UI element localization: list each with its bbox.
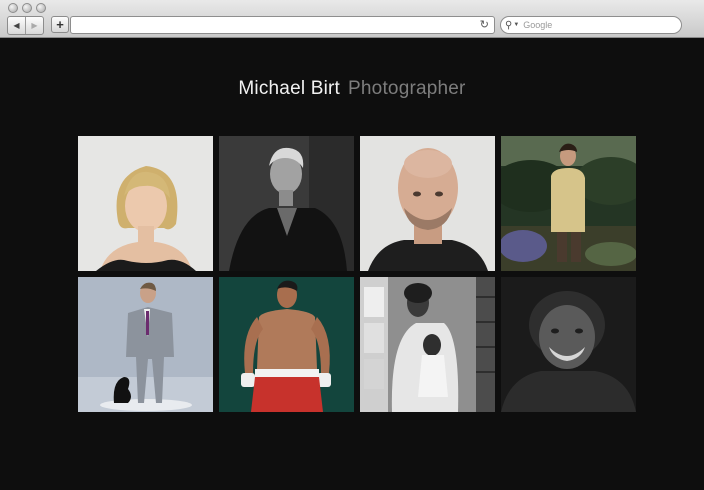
- portfolio-thumbnail[interactable]: [78, 136, 213, 271]
- photographer-role: Photographer: [348, 78, 466, 99]
- plus-icon: +: [56, 17, 64, 32]
- portfolio-thumbnail[interactable]: [360, 277, 495, 412]
- search-icon: ⚲: [505, 19, 513, 31]
- back-button[interactable]: ◀: [8, 17, 25, 34]
- portfolio-thumbnail[interactable]: [501, 136, 636, 271]
- zoom-window-button[interactable]: [36, 3, 46, 13]
- forward-button[interactable]: ▶: [25, 17, 43, 34]
- blonde-woman-photo: [78, 136, 213, 271]
- mother-and-child-photo: [360, 277, 495, 412]
- chevron-down-icon[interactable]: ▼: [513, 22, 519, 28]
- forward-arrow-icon: ▶: [31, 21, 38, 30]
- older-man-photo: [219, 136, 354, 271]
- site-header: Michael Birt Photographer: [0, 78, 704, 100]
- garden-portrait-photo: [501, 136, 636, 271]
- photographer-name[interactable]: Michael Birt: [238, 78, 340, 99]
- portfolio-thumbnail[interactable]: [219, 277, 354, 412]
- add-bookmark-button[interactable]: +: [51, 16, 69, 33]
- search-field[interactable]: ⚲ ▼: [500, 16, 682, 34]
- bald-man-photo: [360, 136, 495, 271]
- back-arrow-icon: ◀: [13, 21, 20, 30]
- search-input[interactable]: [523, 20, 674, 30]
- portfolio-thumbnail[interactable]: [219, 136, 354, 271]
- portfolio-thumbnail[interactable]: [360, 136, 495, 271]
- portfolio-grid: [78, 136, 637, 413]
- navigation-buttons: ◀ ▶: [7, 16, 44, 35]
- minimize-window-button[interactable]: [22, 3, 32, 13]
- portfolio-thumbnail[interactable]: [501, 277, 636, 412]
- boxer-photo: [219, 277, 354, 412]
- reload-icon[interactable]: ↻: [480, 18, 489, 31]
- browser-window: ◀ ▶ + ↻ ⚲ ▼ Michael Birt Photographer: [0, 0, 704, 490]
- web-page: Michael Birt Photographer: [0, 38, 704, 490]
- browser-toolbar: ◀ ▶ + ↻ ⚲ ▼: [0, 0, 704, 38]
- address-bar[interactable]: ↻: [70, 16, 495, 34]
- close-window-button[interactable]: [8, 3, 18, 13]
- portfolio-thumbnail[interactable]: [78, 277, 213, 412]
- smiling-man-photo: [501, 277, 636, 412]
- suited-man-with-dog-photo: [78, 277, 213, 412]
